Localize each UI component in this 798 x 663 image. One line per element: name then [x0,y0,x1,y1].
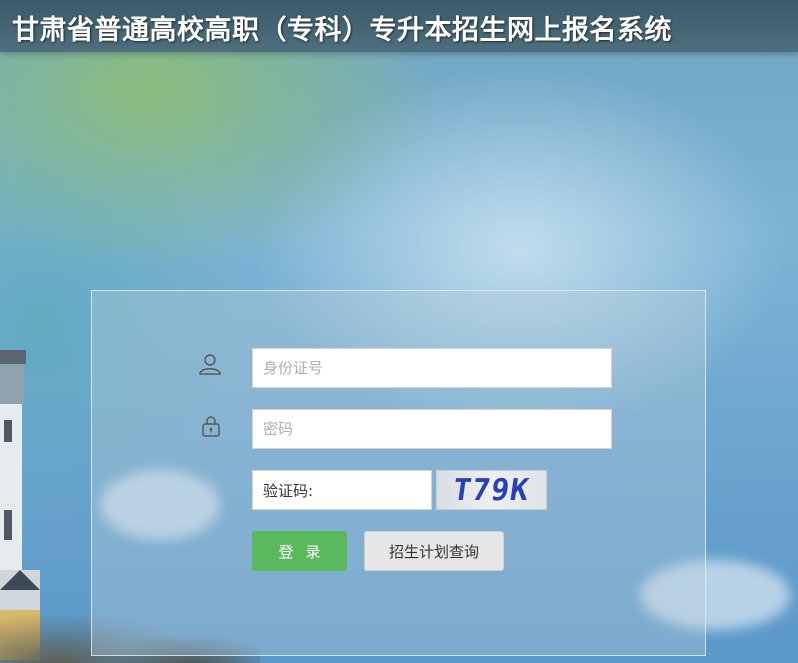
user-icon [199,354,221,375]
header-bar: 甘肃省普通高校高职（专科）专升本招生网上报名系统 [0,0,798,52]
id-number-input[interactable] [252,348,612,388]
lock-icon [202,416,220,437]
page-title: 甘肃省普通高校高职（专科）专升本招生网上报名系统 [12,15,672,46]
password-input[interactable] [252,409,612,449]
enrollment-plan-query-button[interactable]: 招生计划查询 [364,531,504,571]
login-button[interactable]: 登录 [252,531,347,571]
captcha-image[interactable]: T79K [436,470,547,510]
captcha-code: T79K [450,473,532,508]
captcha-input[interactable] [252,470,432,510]
